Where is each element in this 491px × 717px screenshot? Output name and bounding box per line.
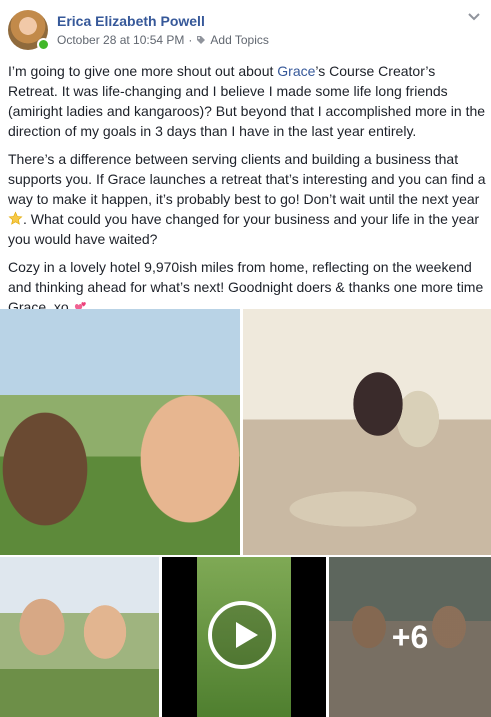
post-timestamp[interactable]: October 28 at 10:54 PM <box>57 33 184 47</box>
post-paragraph: Cozy in a lovely hotel 9,970ish miles fr… <box>8 257 486 317</box>
post-meta: October 28 at 10:54 PM · Add Topics <box>57 33 269 47</box>
star-emoji-icon <box>8 211 23 225</box>
add-topics-link[interactable]: Add Topics <box>210 33 268 47</box>
paragraph-text: There’s a difference between serving cli… <box>8 151 486 207</box>
video-thumbnail[interactable] <box>162 557 326 717</box>
mention-link-grace[interactable]: Grace <box>277 63 315 79</box>
post-paragraph: I’m going to give one more shout out abo… <box>8 61 486 141</box>
paragraph-text: I’m going to give one more shout out abo… <box>8 63 278 79</box>
online-status-indicator <box>37 38 50 51</box>
paragraph-text: . What could you have changed for your b… <box>8 211 480 247</box>
photo-dinner-group[interactable] <box>243 309 491 555</box>
photo-kangaroo-selfie[interactable] <box>0 309 240 555</box>
post-body: I’m going to give one more shout out abo… <box>8 61 486 325</box>
post-paragraph: There’s a difference between serving cli… <box>8 149 486 249</box>
post-header: Erica Elizabeth Powell October 28 at 10:… <box>0 0 491 58</box>
more-photos-count[interactable]: +6 <box>329 557 491 717</box>
tag-icon <box>197 36 206 44</box>
author-name[interactable]: Erica Elizabeth Powell <box>57 13 205 29</box>
photo-two-women-outdoors[interactable] <box>0 557 159 717</box>
meta-separator: · <box>188 33 193 47</box>
play-icon[interactable] <box>208 601 276 669</box>
chevron-down-icon[interactable] <box>467 12 481 22</box>
photo-more-overlay[interactable]: +6 <box>329 557 491 717</box>
